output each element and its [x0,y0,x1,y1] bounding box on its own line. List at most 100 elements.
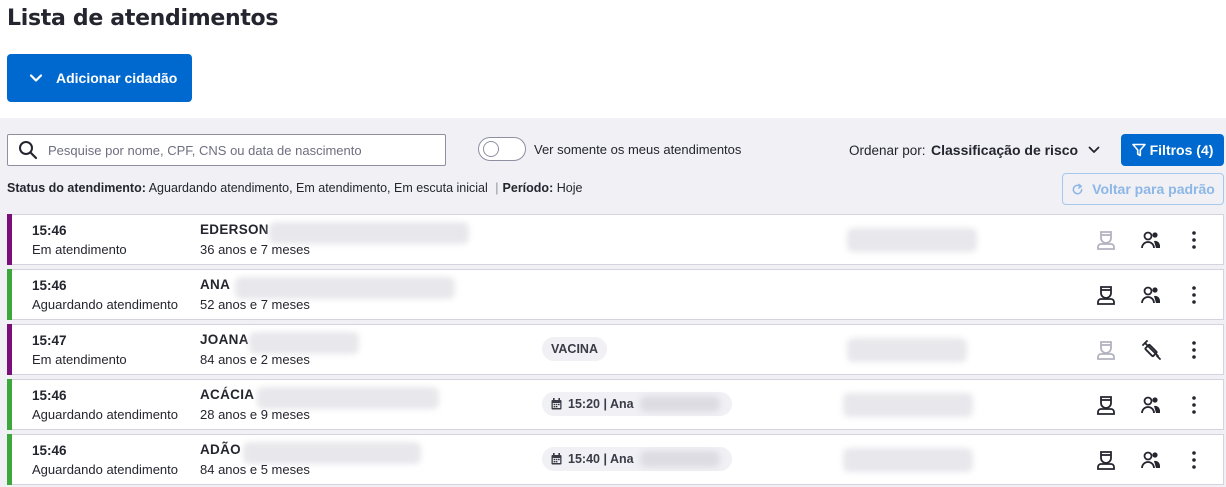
calendar-icon [551,398,562,410]
calendar-icon [551,453,562,465]
more-vertical-icon [1192,231,1196,249]
share-button[interactable] [1138,447,1164,473]
citizen-age: 28 anos e 9 meses [200,407,310,422]
chevron-down-icon [29,74,43,82]
risk-stripe [7,269,12,320]
doctor-icon [1097,286,1115,305]
separator: | [495,181,499,195]
refresh-icon [1072,183,1083,194]
scheduled-text: 15:40 | Ana [568,452,634,466]
risk-stripe [7,324,12,375]
vaccination-button[interactable] [1138,337,1164,363]
scheduled-tag: 15:20 | Ana [542,392,732,416]
citizen-name: ACÁCIA [200,387,255,402]
add-citizen-button[interactable]: Adicionar cidadão [7,54,192,102]
more-options-button[interactable] [1181,337,1207,363]
redacted-surname [235,277,455,299]
redacted-professional-name [639,396,720,412]
arrival-time: 15:46 [32,278,67,293]
chevron-down-icon [1088,146,1100,153]
arrival-time: 15:47 [32,333,67,348]
people-icon [1141,396,1161,414]
people-icon [1141,231,1161,249]
more-vertical-icon [1192,396,1196,414]
attendance-list: 15:46 Em atendimento EDERSON 36 anos e 7… [7,214,1224,487]
citizen-name: JOANA [200,332,249,347]
attend-button[interactable] [1093,447,1119,473]
arrival-time: 15:46 [32,443,67,458]
my-attendances-toggle[interactable] [478,137,526,161]
people-icon [1141,451,1161,469]
redacted-surname [257,387,439,409]
redacted-professional [847,228,977,252]
citizen-age: 36 anos e 7 meses [200,242,310,257]
redacted-surname [269,222,469,244]
reset-label: Voltar para padrão [1092,181,1215,197]
attend-button[interactable] [1093,282,1119,308]
attendance-status: Aguardando atendimento [32,407,179,422]
list-item[interactable]: 15:46 Aguardando atendimento ANA 52 anos… [7,269,1224,320]
search-input[interactable] [48,142,428,158]
redacted-surname [243,442,421,464]
citizen-age: 84 anos e 5 meses [200,462,310,477]
attend-button[interactable] [1093,392,1119,418]
doctor-icon [1097,451,1115,470]
filters-label: Filtros (4) [1149,142,1214,158]
attend-button[interactable] [1093,227,1119,253]
citizen-age: 52 anos e 7 meses [200,297,310,312]
citizen-name: ANA [200,277,231,292]
attendance-status: Aguardando atendimento [32,297,179,312]
share-button[interactable] [1138,282,1164,308]
filter-icon [1131,143,1146,157]
doctor-icon [1097,341,1115,360]
search-icon [19,141,38,160]
doctor-icon [1097,231,1115,250]
toggle-label: Ver somente os meus atendimentos [534,142,742,157]
scheduled-tag: 15:40 | Ana [542,447,732,471]
period-label: Período: [502,181,554,195]
risk-stripe [7,434,12,485]
arrival-time: 15:46 [32,388,67,403]
redacted-surname [249,332,359,354]
more-options-button[interactable] [1181,227,1207,253]
add-citizen-label: Adicionar cidadão [56,70,178,86]
status-label: Status do atendimento: [7,181,146,195]
status-value: Aguardando atendimento, Em atendimento, … [148,181,488,195]
people-icon [1141,286,1161,304]
more-vertical-icon [1192,341,1196,359]
active-filters-summary: Status do atendimento: Aguardando atendi… [7,181,582,195]
attend-button[interactable] [1093,337,1119,363]
order-select[interactable]: Classificação de risco [931,142,1100,158]
attendance-status: Em atendimento [32,352,127,367]
more-vertical-icon [1192,451,1196,469]
more-vertical-icon [1192,286,1196,304]
citizen-name: EDERSON [200,222,269,237]
reset-default-button[interactable]: Voltar para padrão [1062,173,1224,205]
redacted-professional-name [639,451,720,467]
order-value: Classificação de risco [931,142,1079,158]
citizen-age: 84 anos e 2 meses [200,352,310,367]
order-label: Ordenar por: [849,143,926,158]
more-options-button[interactable] [1181,282,1207,308]
search-field[interactable] [7,134,446,166]
citizen-name: ADÃO [200,442,241,457]
list-item[interactable]: 15:47 Em atendimento JOANA 84 anos e 2 m… [7,324,1224,375]
share-button[interactable] [1138,392,1164,418]
doctor-icon [1097,396,1115,415]
share-button[interactable] [1138,227,1164,253]
service-tag: VACINA [542,337,607,361]
list-item[interactable]: 15:46 Aguardando atendimento ADÃO 84 ano… [7,434,1224,485]
more-options-button[interactable] [1181,447,1207,473]
toggle-knob [483,141,499,157]
redacted-professional [843,393,973,417]
page-title: Lista de atendimentos [7,6,279,31]
more-options-button[interactable] [1181,392,1207,418]
syringe-icon [1142,340,1161,360]
list-item[interactable]: 15:46 Em atendimento EDERSON 36 anos e 7… [7,214,1224,265]
risk-stripe [7,379,12,430]
list-item[interactable]: 15:46 Aguardando atendimento ACÁCIA 28 a… [7,379,1224,430]
period-value: Hoje [556,181,583,195]
filters-button[interactable]: Filtros (4) [1121,134,1224,166]
arrival-time: 15:46 [32,223,67,238]
scheduled-text: 15:20 | Ana [568,397,634,411]
